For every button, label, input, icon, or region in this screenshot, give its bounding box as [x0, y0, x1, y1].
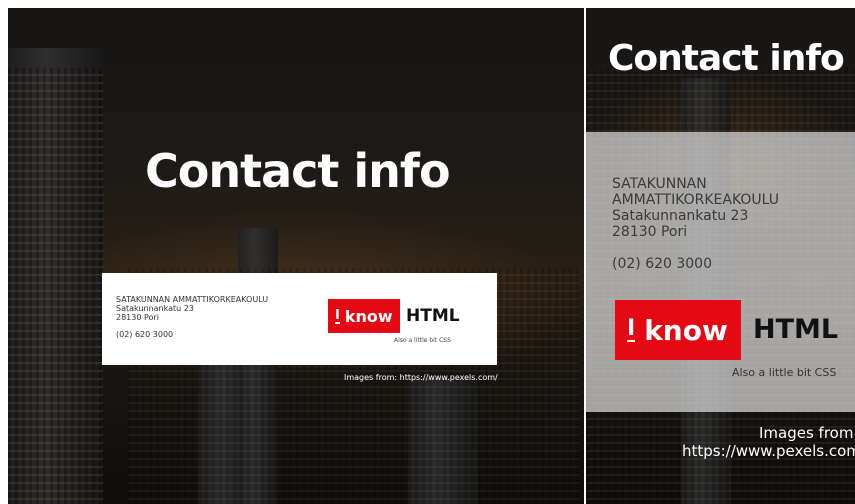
- logo-html-word: HTML: [753, 314, 839, 345]
- address-block: SATAKUNNAN AMMATTIKORKEAKOULU Satakunnan…: [612, 176, 779, 272]
- contact-card: SATAKUNNAN AMMATTIKORKEAKOULU Satakunnan…: [586, 132, 855, 412]
- street-address: Satakunnankatu 23: [116, 304, 194, 314]
- page-title: Contact info: [145, 144, 451, 198]
- street-address: Satakunnankatu 23: [612, 208, 749, 225]
- page-title: Contact info: [608, 38, 845, 79]
- mobile-preview-panel: Contact info SATAKUNNAN AMMATTIKORKEAKOU…: [586, 8, 855, 504]
- logo-i-letter: I: [627, 316, 636, 342]
- i-know-logo: I know: [615, 300, 741, 360]
- background-overlay: [8, 8, 584, 504]
- address-block: SATAKUNNAN AMMATTIKORKEAKOULU Satakunnan…: [116, 295, 268, 339]
- postal-address: 28130 Pori: [116, 313, 159, 323]
- phone-number: (02) 620 3000: [116, 329, 174, 339]
- logo-know-word: know: [344, 306, 393, 326]
- tagline: Also a little bit CSS: [394, 337, 451, 344]
- school-name-line1: SATAKUNNAN: [612, 176, 707, 192]
- image-credit-line2: https://www.pexels.com/: [682, 442, 855, 460]
- phone-number: (02) 620 3000: [612, 256, 712, 273]
- school-name-line2: AMMATTIKORKEAKOULU: [612, 192, 780, 209]
- logo-know-word: know: [644, 313, 728, 347]
- tagline: Also a little bit CSS: [732, 366, 837, 379]
- school-name: SATAKUNNAN AMMATTIKORKEAKOULU: [116, 295, 269, 304]
- postal-address: 28130 Pori: [612, 224, 688, 241]
- logo-html-word: HTML: [406, 306, 460, 326]
- desktop-preview-panel: Contact info SATAKUNNAN AMMATTIKORKEAKOU…: [8, 8, 584, 504]
- image-credit-line1: Images from:: [759, 424, 855, 442]
- i-know-logo: I know: [328, 299, 400, 333]
- image-credit: Images from: https://www.pexels.com/: [344, 373, 498, 382]
- logo-i-letter: I: [335, 307, 340, 324]
- contact-card: SATAKUNNAN AMMATTIKORKEAKOULU Satakunnan…: [102, 273, 497, 365]
